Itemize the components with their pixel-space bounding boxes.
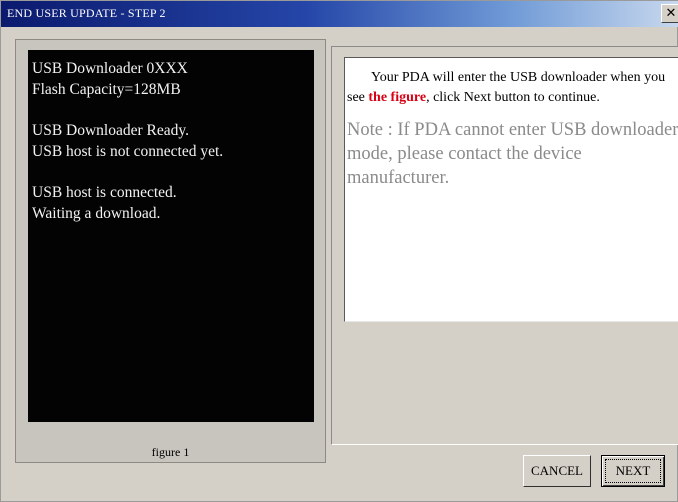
next-button-label: NEXT — [605, 459, 661, 483]
screen-line: USB host is connected. — [32, 184, 177, 201]
title-bar[interactable]: END USER UPDATE - STEP 2 ✕ — [1, 1, 678, 27]
screen-line: USB Downloader 0XXX — [32, 60, 188, 77]
device-screen-image: USB Downloader 0XXX Flash Capacity=128MB… — [28, 50, 314, 422]
close-icon: ✕ — [665, 6, 677, 21]
content-frame: Your PDA will enter the USB downloader w… — [331, 46, 678, 445]
screen-line: USB Downloader Ready. — [32, 122, 189, 139]
window-title: END USER UPDATE - STEP 2 — [7, 6, 166, 20]
figure-caption: figure 1 — [151, 445, 190, 459]
screen-line: Waiting a download. — [32, 205, 161, 222]
screen-line: USB host is not connected yet. — [32, 143, 224, 160]
screen-line: Flash Capacity=128MB — [32, 81, 181, 98]
instruction-text-end: , click Next button to continue. — [426, 90, 600, 105]
close-button[interactable]: ✕ — [661, 4, 678, 23]
next-button[interactable]: NEXT — [601, 455, 665, 487]
cancel-button[interactable]: CANCEL — [523, 455, 591, 487]
instruction-text: Your PDA will enter the USB downloader w… — [347, 68, 678, 108]
update-wizard-window: END USER UPDATE - STEP 2 ✕ USB Downloade… — [0, 0, 678, 502]
figure-reference: the figure — [368, 90, 427, 105]
instruction-box: Your PDA will enter the USB downloader w… — [344, 57, 678, 322]
note-text: Note : If PDA cannot enter USB downloade… — [347, 120, 678, 188]
figure-panel: USB Downloader 0XXX Flash Capacity=128MB… — [15, 39, 326, 463]
